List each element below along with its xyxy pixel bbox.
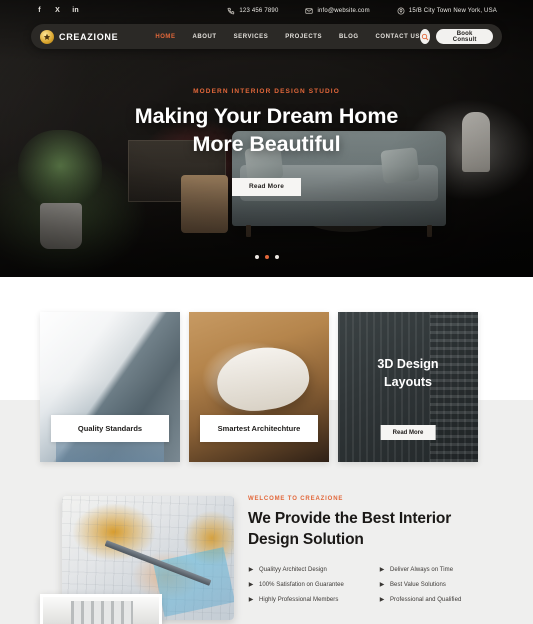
feature-text: Deliver Always on Time: [390, 567, 454, 574]
feature-cards-section: Quality Standards Smartest Architechture…: [0, 277, 533, 482]
nav-link-about[interactable]: ABOUT: [193, 34, 217, 40]
nav-actions: Book Consult: [419, 29, 493, 44]
main-navigation-bar: CREAZIONE HOME ABOUT SERVICES PROJECTS B…: [31, 24, 502, 49]
hero-eyebrow: MODERN INTERIOR DESIGN STUDIO: [193, 88, 340, 95]
list-item: ▶ Highly Professional Members: [248, 597, 362, 603]
card-label: Smartest Architechture: [200, 415, 318, 442]
about-media: [40, 482, 240, 624]
card-title-line-1: 3D Design: [377, 357, 439, 371]
social-links: f X in: [36, 6, 79, 15]
search-icon[interactable]: [419, 29, 431, 44]
book-consult-button[interactable]: Book Consult: [436, 29, 493, 44]
nav-link-contact-us[interactable]: CONTACT US: [376, 34, 420, 40]
arrow-bullet-icon: ▶: [379, 582, 385, 589]
arrow-bullet-icon: ▶: [248, 582, 254, 589]
about-image-secondary: [40, 594, 162, 624]
list-item: ▶ Best Value Solutions: [379, 582, 493, 588]
list-item: ▶ Professional and Qualified: [379, 597, 493, 603]
carousel-dot-2[interactable]: [264, 255, 269, 259]
about-title-line-1: We Provide the Best Interior: [248, 510, 452, 527]
nav-link-home[interactable]: HOME: [155, 34, 175, 40]
about-section: WELCOME TO CREAZIONE We Provide the Best…: [0, 482, 533, 624]
phone-info[interactable]: 123 456 7890: [227, 7, 278, 15]
email-info[interactable]: info@website.com: [305, 7, 370, 15]
nav-links: HOME ABOUT SERVICES PROJECTS BLOG CONTAC…: [155, 34, 420, 40]
brand-name: CREAZIONE: [59, 31, 119, 42]
hero-read-more-button[interactable]: Read More: [231, 177, 302, 196]
address-text: 15/B City Town New York, USA: [408, 7, 497, 14]
list-item: ▶ Deliver Always on Time: [379, 567, 493, 573]
logo-mark-icon: [40, 29, 54, 44]
about-feature-column-right: ▶ Deliver Always on Time ▶ Best Value So…: [379, 567, 493, 603]
card-quality-standards[interactable]: Quality Standards: [40, 312, 180, 462]
arrow-bullet-icon: ▶: [248, 597, 254, 604]
list-item: ▶ Qualityy Architect Design: [248, 567, 362, 573]
about-feature-column-left: ▶ Qualityy Architect Design ▶ 100% Satis…: [248, 567, 362, 603]
phone-number: 123 456 7890: [239, 7, 279, 14]
nav-link-blog[interactable]: BLOG: [339, 34, 359, 40]
about-content: WELCOME TO CREAZIONE We Provide the Best…: [240, 482, 493, 624]
feature-text: Professional and Qualified: [390, 597, 462, 604]
arrow-bullet-icon: ▶: [379, 597, 385, 604]
about-title-line-2: Design Solution: [248, 530, 364, 548]
card-title-line-2: Layouts: [384, 374, 432, 389]
carousel-dot-3[interactable]: [274, 255, 279, 259]
feature-text: Highly Professional Members: [259, 597, 339, 604]
email-address: info@website.com: [317, 7, 370, 14]
feature-text: 100% Satisfation on Guarantee: [259, 582, 344, 589]
about-feature-lists: ▶ Qualityy Architect Design ▶ 100% Satis…: [248, 567, 493, 603]
arrow-bullet-icon: ▶: [379, 567, 385, 574]
location-pin-icon: [397, 7, 405, 15]
brand-logo[interactable]: CREAZIONE: [40, 29, 119, 44]
x-icon[interactable]: X: [54, 6, 61, 15]
hero-title-line-1: Making Your Dream Home: [134, 104, 399, 128]
hero-section: f X in 123 456 7890 info@website.com 15/…: [0, 0, 533, 277]
feature-text: Qualityy Architect Design: [259, 567, 327, 574]
hero-title-line-2: More Beautiful: [192, 132, 341, 157]
top-bar-contact-info: 123 456 7890 info@website.com 15/B City …: [227, 7, 497, 15]
linkedin-icon[interactable]: in: [72, 6, 79, 15]
about-ruler-decor: [104, 540, 212, 586]
list-item: ▶ 100% Satisfation on Guarantee: [248, 582, 362, 588]
nav-link-projects[interactable]: PROJECTS: [285, 34, 322, 40]
about-eyebrow: WELCOME TO CREAZIONE: [248, 496, 344, 502]
hero-carousel-dots: [0, 255, 533, 259]
top-bar: f X in 123 456 7890 info@website.com 15/…: [0, 0, 533, 21]
hero-title: Making Your Dream Home More Beautiful: [0, 102, 533, 159]
feature-text: Best Value Solutions: [390, 582, 446, 589]
card-title: 3D Design Layouts: [338, 356, 478, 392]
address-info[interactable]: 15/B City Town New York, USA: [397, 7, 497, 15]
carousel-dot-1[interactable]: [254, 255, 259, 259]
arrow-bullet-icon: ▶: [248, 567, 254, 574]
card-read-more-button[interactable]: Read More: [380, 425, 436, 440]
feature-cards: Quality Standards Smartest Architechture…: [40, 312, 493, 462]
facebook-icon[interactable]: f: [36, 6, 43, 15]
card-label: Quality Standards: [51, 415, 169, 442]
nav-link-services[interactable]: SERVICES: [234, 34, 269, 40]
about-title: We Provide the Best Interior Design Solu…: [248, 509, 493, 550]
card-smartest-architechture[interactable]: Smartest Architechture: [189, 312, 329, 462]
card-3d-design-layouts[interactable]: 3D Design Layouts Read More: [338, 312, 478, 462]
phone-icon: [227, 7, 235, 15]
hero-content: MODERN INTERIOR DESIGN STUDIO Making You…: [0, 88, 533, 196]
envelope-icon: [305, 7, 314, 15]
